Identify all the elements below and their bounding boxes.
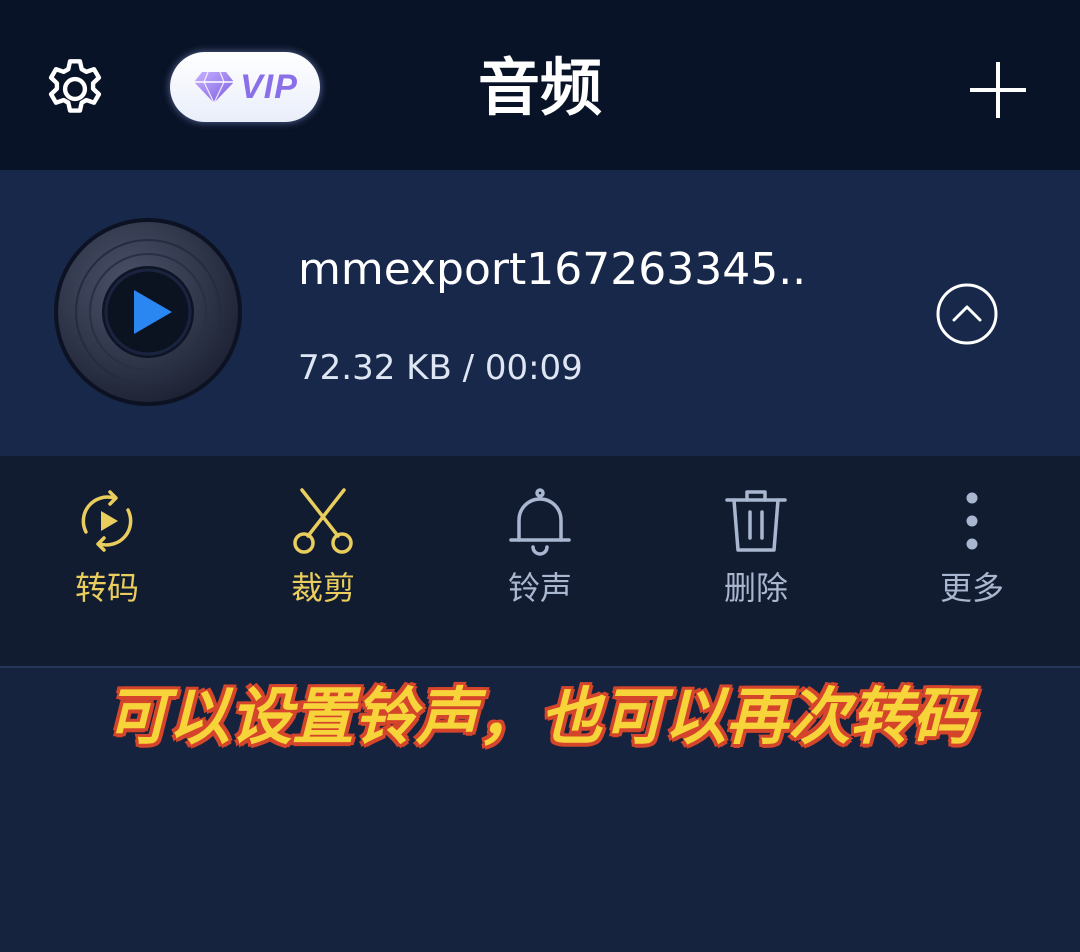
more-button[interactable]: 更多	[892, 486, 1052, 616]
audio-size-duration: 72.32 KB / 00:09	[298, 348, 583, 388]
trash-icon	[725, 490, 787, 552]
vip-label: VIP	[240, 67, 298, 106]
diamond-icon	[194, 71, 235, 105]
page-title: 音频	[477, 51, 602, 124]
convert-label: 转码	[74, 569, 139, 607]
convert-button[interactable]: 转码	[27, 486, 187, 616]
vip-button[interactable]: VIP	[170, 52, 320, 122]
ringtone-label: 铃声	[507, 569, 572, 607]
ringtone-button[interactable]: 铃声	[460, 486, 620, 616]
delete-label: 删除	[723, 569, 788, 607]
audio-filename: mmexport167263345..	[298, 244, 807, 295]
vinyl-disc-play-icon[interactable]	[52, 216, 244, 408]
convert-icon	[81, 490, 133, 552]
delete-button[interactable]: 删除	[676, 486, 836, 616]
gear-icon[interactable]	[40, 54, 110, 124]
more-label: 更多	[939, 569, 1004, 607]
bell-icon	[509, 488, 571, 556]
chevron-up-circle-icon[interactable]	[935, 282, 999, 346]
overlay-caption: 可以设置铃声，也可以再次转码	[105, 680, 974, 753]
plus-icon[interactable]	[966, 58, 1030, 122]
more-vertical-icon	[966, 492, 978, 550]
trim-label: 裁剪	[290, 569, 355, 607]
scissors-icon	[293, 488, 353, 554]
trim-button[interactable]: 裁剪	[243, 486, 403, 616]
